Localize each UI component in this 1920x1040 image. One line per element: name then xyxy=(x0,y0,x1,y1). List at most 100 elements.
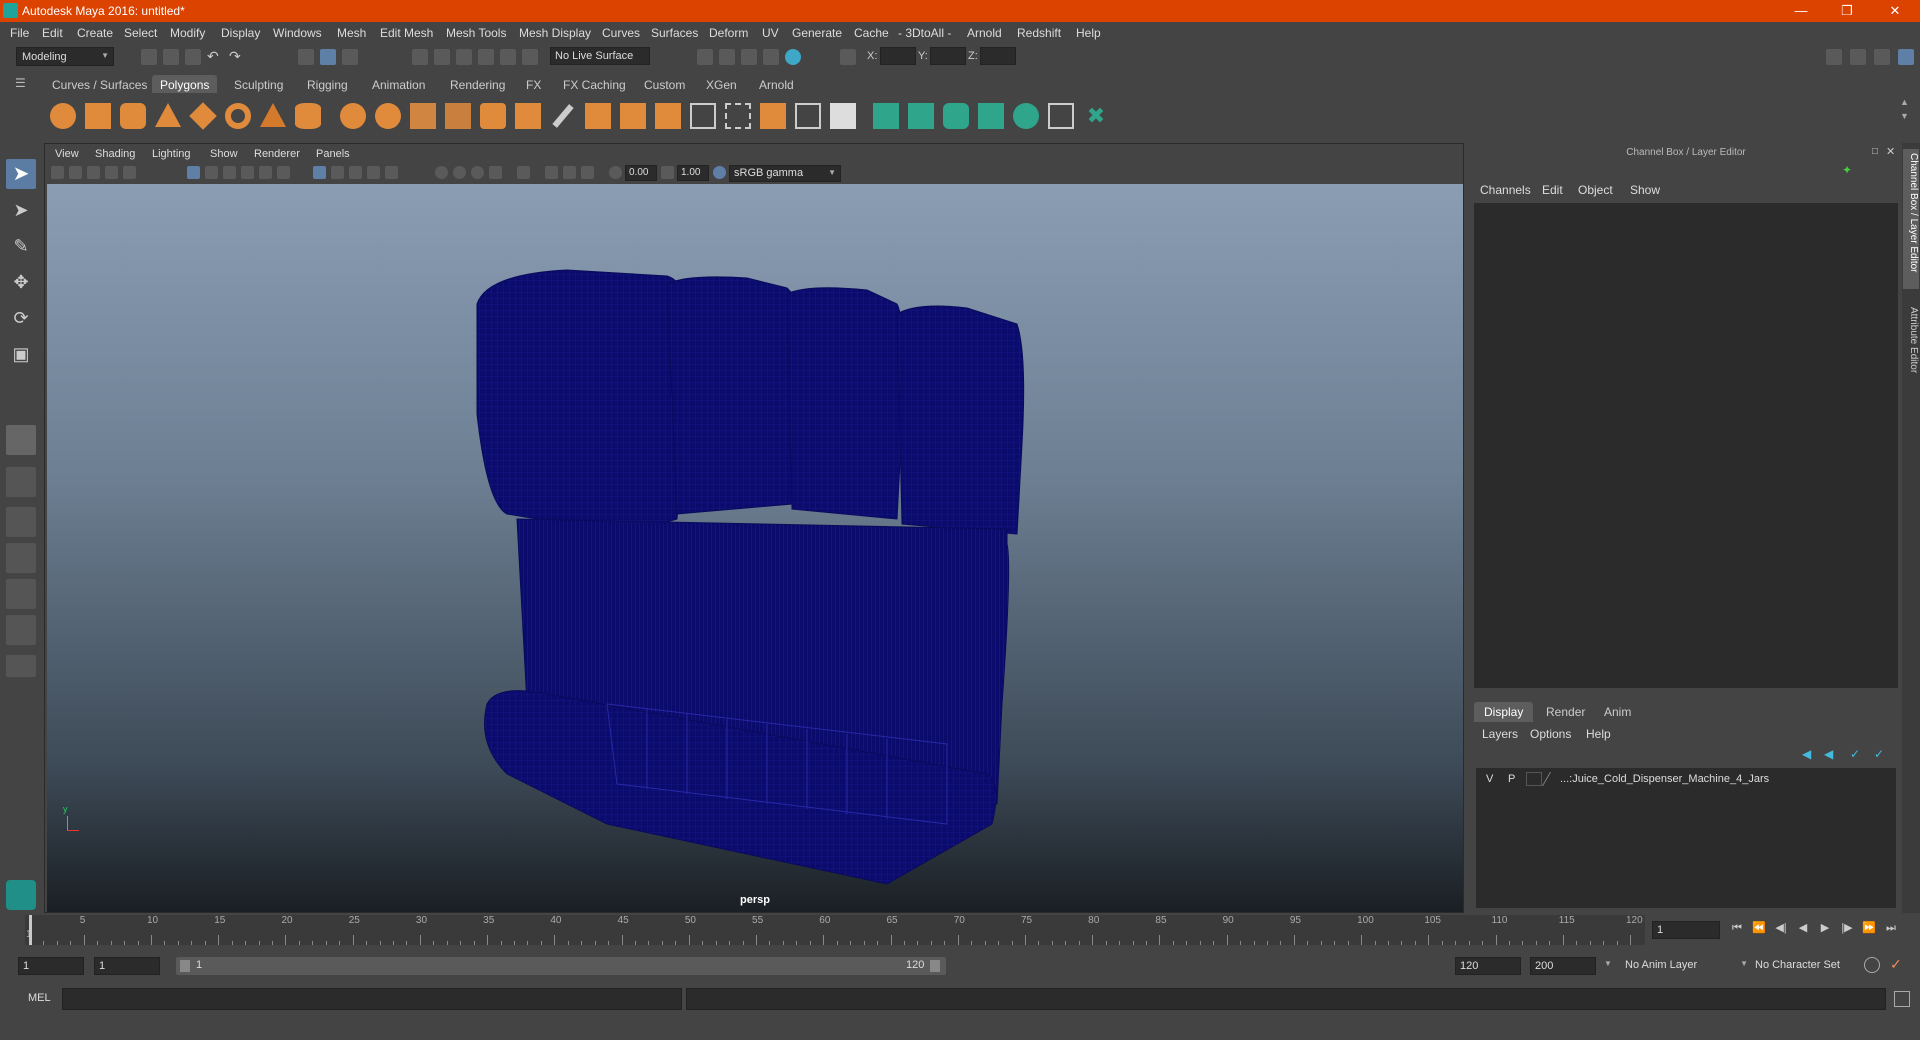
mode-dropdown[interactable]: Modeling ▼ xyxy=(16,47,114,66)
y-field[interactable] xyxy=(930,47,966,65)
shelf-tab-rigging[interactable]: Rigging xyxy=(299,75,356,93)
cb-menu-channels[interactable]: Channels xyxy=(1480,183,1531,197)
textured-icon[interactable] xyxy=(367,166,380,179)
poly-pipe-icon[interactable] xyxy=(295,103,321,129)
layer-menu-options[interactable]: Options xyxy=(1530,727,1571,741)
sew-uv-icon[interactable]: ✖ xyxy=(1083,103,1109,129)
image-plane-icon[interactable] xyxy=(105,166,118,179)
menu-edit[interactable]: Edit xyxy=(42,26,63,40)
film-gate-icon[interactable] xyxy=(205,166,218,179)
xray-icon[interactable] xyxy=(545,166,558,179)
mirror-icon[interactable] xyxy=(445,103,471,129)
side-tab-attribute-editor[interactable]: Attribute Editor xyxy=(1903,303,1919,393)
poly-pyramid-icon[interactable] xyxy=(260,103,286,127)
select-camera-icon[interactable] xyxy=(51,166,64,179)
bookmark-icon[interactable] xyxy=(87,166,100,179)
shelf-tab-arnold[interactable]: Arnold xyxy=(751,75,802,93)
poly-cone-icon[interactable] xyxy=(155,103,181,127)
2d-pan-zoom-icon[interactable] xyxy=(123,166,136,179)
live-surface-field[interactable]: No Live Surface xyxy=(550,47,650,65)
lasso-tool-icon[interactable]: ➤ xyxy=(6,195,36,225)
ambient-occlusion-icon[interactable] xyxy=(453,166,466,179)
layer-type-toggle[interactable] xyxy=(1526,772,1542,786)
planar-mapping-icon[interactable] xyxy=(908,103,934,129)
step-forward-frame-icon[interactable]: |▶ xyxy=(1840,921,1854,935)
shelf-tab-sculpting[interactable]: Sculpting xyxy=(226,75,291,93)
menu-surfaces[interactable]: Surfaces xyxy=(651,26,698,40)
current-frame-field[interactable]: 1 xyxy=(1652,921,1720,939)
menu-mesh[interactable]: Mesh xyxy=(337,26,366,40)
current-time-marker[interactable] xyxy=(29,915,32,945)
tab-render[interactable]: Render xyxy=(1536,702,1595,722)
two-pane-layout-icon[interactable] xyxy=(6,507,36,537)
layer-visibility-toggle[interactable]: V xyxy=(1486,773,1493,785)
menu-display[interactable]: Display xyxy=(221,26,260,40)
grid-icon[interactable] xyxy=(187,166,200,179)
anim-layer-dropdown[interactable]: No Anim Layer ▼ xyxy=(1620,956,1748,976)
shelf-menu-down-icon[interactable]: ▼ xyxy=(1900,111,1909,121)
step-back-frame-icon[interactable]: ◀| xyxy=(1774,921,1788,935)
menu-uv[interactable]: UV xyxy=(762,26,779,40)
new-layer-icon[interactable]: ✓ xyxy=(1850,747,1860,761)
step-forward-key-icon[interactable]: ⏩ xyxy=(1862,921,1876,935)
snap-grid-icon[interactable] xyxy=(412,49,428,65)
snap-live-icon[interactable] xyxy=(500,49,516,65)
character-set-dropdown[interactable]: No Character Set xyxy=(1750,956,1870,976)
anti-aliasing-icon[interactable] xyxy=(489,166,502,179)
offset-edge-loop-icon[interactable] xyxy=(725,103,751,129)
range-start-handle[interactable] xyxy=(180,960,190,972)
move-tool-icon[interactable]: ✥ xyxy=(6,267,36,297)
layer-menu-layers[interactable]: Layers xyxy=(1482,727,1518,741)
xray-joints-icon[interactable] xyxy=(563,166,576,179)
collapse-icon[interactable] xyxy=(830,103,856,129)
snap-view-plane-icon[interactable] xyxy=(478,49,494,65)
target-weld-icon[interactable] xyxy=(760,103,786,129)
animation-prefs-icon[interactable]: ✓ xyxy=(1890,956,1902,973)
gate-mask-icon[interactable] xyxy=(241,166,254,179)
attribute-editor-icon[interactable] xyxy=(1850,49,1866,65)
ipr-render-icon[interactable] xyxy=(719,49,735,65)
insert-edge-loop-icon[interactable] xyxy=(690,103,716,129)
extrude-icon[interactable] xyxy=(515,103,541,129)
menu-modify[interactable]: Modify xyxy=(170,26,205,40)
3d-viewport[interactable]: y persp xyxy=(47,184,1463,912)
move-layer-up-icon[interactable]: ◀ xyxy=(1802,747,1811,761)
shadows-icon[interactable] xyxy=(435,166,448,179)
range-bar[interactable]: 1 120 xyxy=(176,957,946,975)
menu-edit-mesh[interactable]: Edit Mesh xyxy=(380,26,433,40)
boolean-icon[interactable] xyxy=(480,103,506,129)
close-button[interactable]: ✕ xyxy=(1872,0,1918,22)
separate-icon[interactable] xyxy=(375,103,401,129)
move-layer-down-icon[interactable]: ◀ xyxy=(1824,747,1833,761)
color-space-dropdown[interactable]: sRGB gamma ▼ xyxy=(729,165,841,182)
magnet-icon[interactable] xyxy=(522,49,538,65)
append-icon[interactable] xyxy=(655,103,681,129)
uv-editor-icon[interactable] xyxy=(873,103,899,129)
poly-torus-icon[interactable] xyxy=(225,103,251,129)
snap-curve-icon[interactable] xyxy=(434,49,450,65)
layer-playback-toggle[interactable]: P xyxy=(1508,773,1515,785)
time-ruler[interactable]: 1510152025303540455055606570758085909510… xyxy=(25,915,1645,945)
wireframe-on-shaded-icon[interactable] xyxy=(349,166,362,179)
gamma-icon[interactable] xyxy=(661,166,674,179)
script-type-label[interactable]: MEL xyxy=(28,992,51,1004)
shelf-tab-animation[interactable]: Animation xyxy=(364,75,433,93)
gamma-field[interactable]: 1.00 xyxy=(677,165,709,181)
modeling-toolkit-icon[interactable] xyxy=(1826,49,1842,65)
play-forward-icon[interactable]: ▶ xyxy=(1818,921,1832,935)
menu-file[interactable]: File xyxy=(10,26,29,40)
tab-anim[interactable]: Anim xyxy=(1594,702,1641,722)
isolate-select-icon[interactable] xyxy=(517,166,530,179)
menu-3dtoall[interactable]: - 3DtoAll - xyxy=(898,26,951,40)
select-hierarchy-icon[interactable] xyxy=(298,49,314,65)
shelf-tab-fx[interactable]: FX xyxy=(518,75,549,93)
vp-menu-renderer[interactable]: Renderer xyxy=(254,148,300,160)
field-chart-icon[interactable] xyxy=(259,166,272,179)
play-backward-icon[interactable]: ◀ xyxy=(1796,921,1810,935)
bevel-icon[interactable] xyxy=(585,103,611,129)
checker-map-icon[interactable] xyxy=(1048,103,1074,129)
layer-menu-help[interactable]: Help xyxy=(1586,727,1611,741)
animation-start-field[interactable]: 1 xyxy=(18,957,84,975)
render-settings-icon[interactable] xyxy=(741,49,757,65)
shelf-tab-xgen[interactable]: XGen xyxy=(698,75,745,93)
